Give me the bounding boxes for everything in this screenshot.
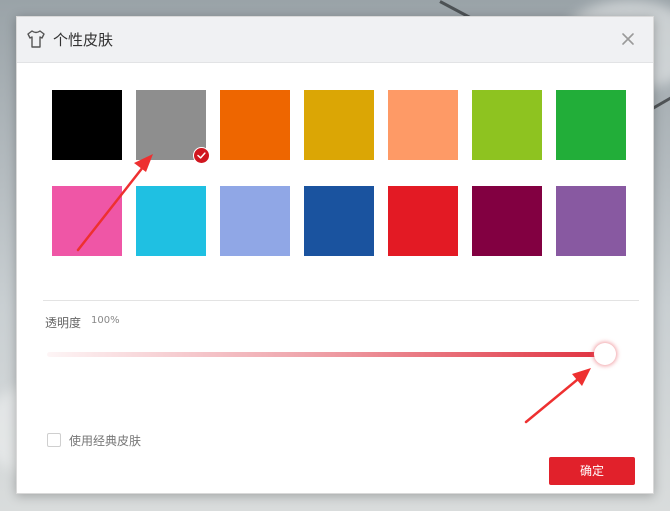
color-swatch[interactable]: [556, 186, 626, 256]
opacity-slider-track[interactable]: [47, 352, 607, 357]
opacity-label: 透明度: [45, 316, 82, 330]
color-swatch[interactable]: [388, 186, 458, 256]
tshirt-icon: [27, 30, 45, 48]
color-swatch[interactable]: [220, 186, 290, 256]
color-swatch[interactable]: [304, 90, 374, 160]
selected-check-icon: [193, 147, 210, 164]
opacity-value: 100%: [91, 315, 120, 326]
dialog-titlebar: 个性皮肤: [17, 17, 653, 63]
color-swatch[interactable]: [556, 90, 626, 160]
color-swatch[interactable]: [304, 186, 374, 256]
color-swatch[interactable]: [472, 90, 542, 160]
color-swatch[interactable]: [136, 90, 210, 164]
skin-dialog: 个性皮肤 透明度 100% 使用经典皮肤 确定: [16, 16, 654, 494]
close-icon[interactable]: [617, 28, 639, 50]
divider: [43, 300, 639, 301]
color-swatch[interactable]: [388, 90, 458, 160]
opacity-slider-thumb[interactable]: [594, 343, 616, 365]
confirm-button[interactable]: 确定: [549, 457, 635, 485]
color-swatch[interactable]: [472, 186, 542, 256]
color-swatch[interactable]: [52, 90, 122, 160]
classic-skin-label[interactable]: 使用经典皮肤: [69, 432, 141, 449]
color-swatch[interactable]: [220, 90, 290, 160]
classic-skin-checkbox[interactable]: [47, 433, 61, 447]
color-swatch[interactable]: [136, 186, 206, 256]
dialog-title: 个性皮肤: [53, 31, 114, 49]
color-swatch[interactable]: [52, 186, 122, 256]
